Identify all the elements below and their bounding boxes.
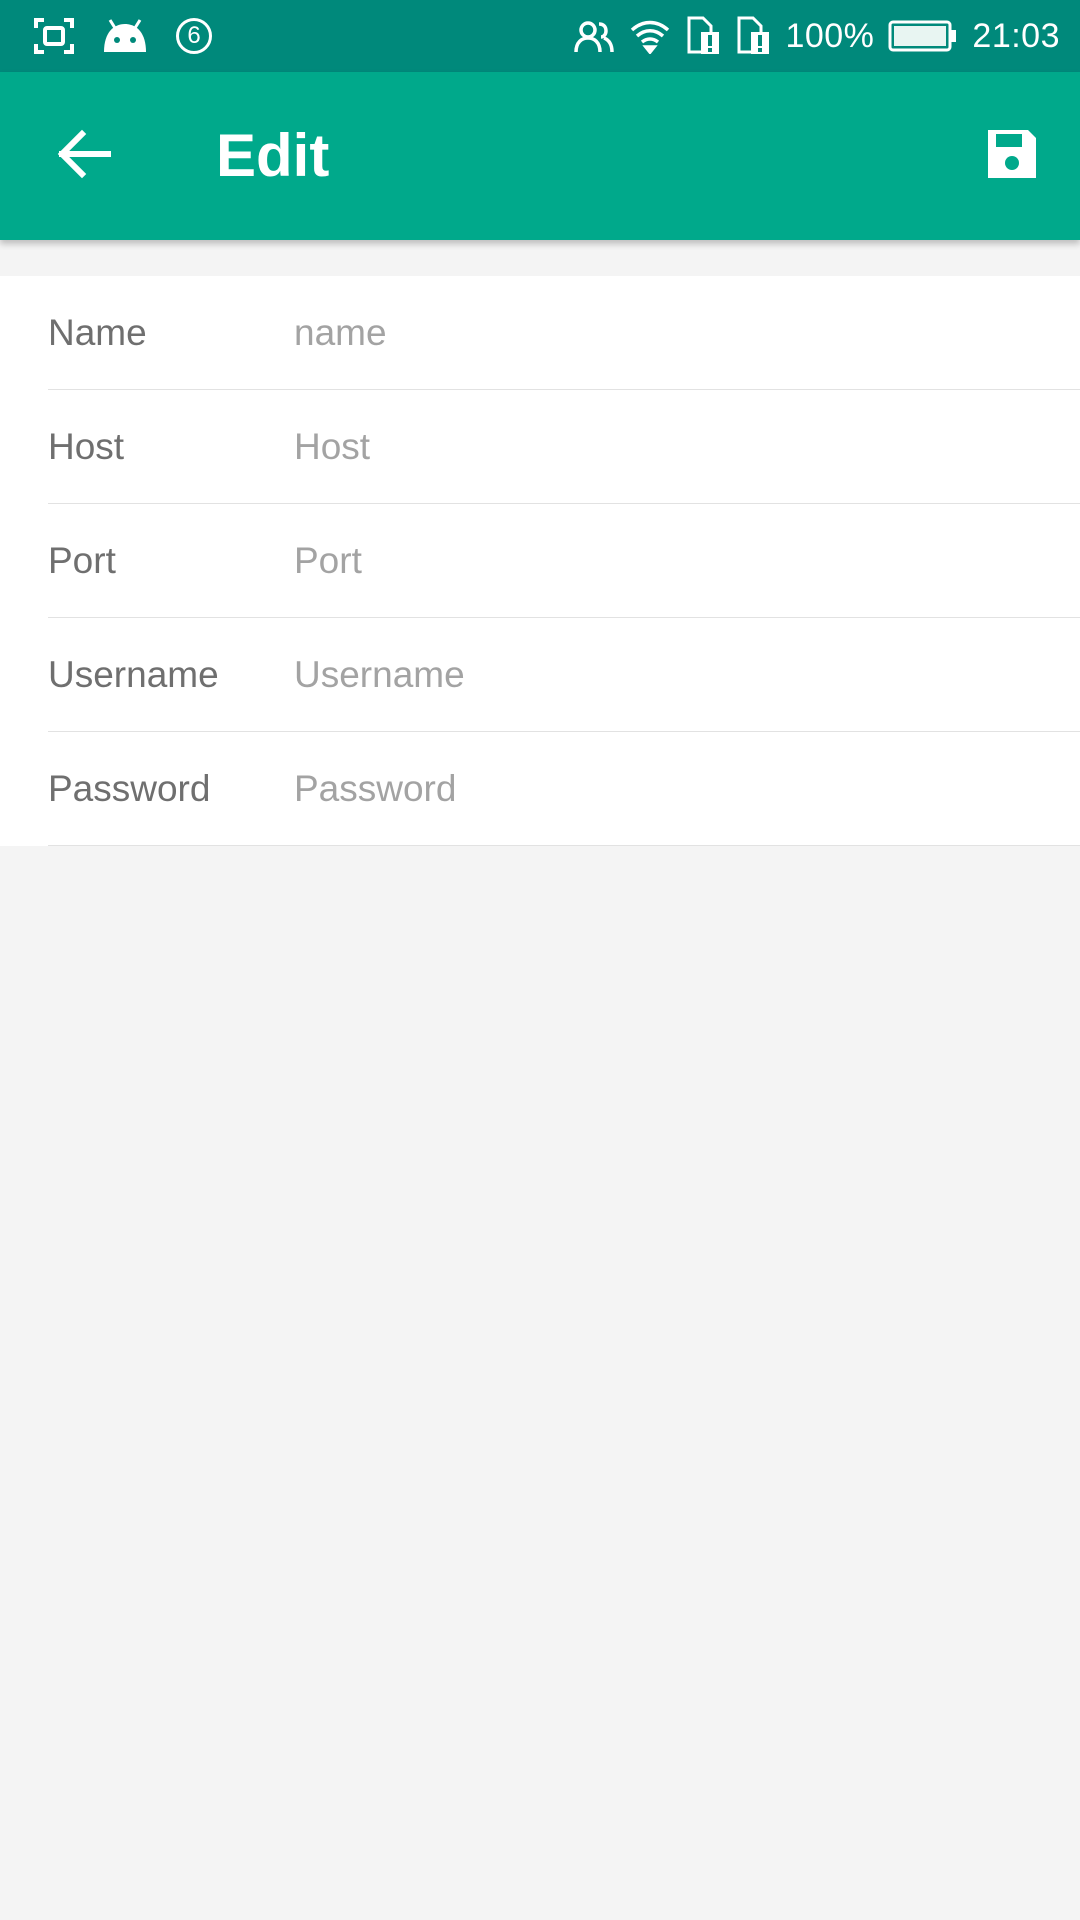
- battery-icon: [888, 19, 958, 53]
- sim2-alert-icon: [735, 16, 771, 56]
- android-icon: [100, 18, 150, 54]
- page-title: Edit: [216, 122, 330, 189]
- sim1-alert-icon: [685, 16, 721, 56]
- edit-form: Name Host Port Username Password: [0, 276, 1080, 846]
- floppy-save-icon: [984, 126, 1040, 187]
- form-row-name: Name: [48, 276, 1080, 390]
- back-button[interactable]: [44, 116, 124, 196]
- save-button[interactable]: [974, 118, 1050, 194]
- status-bar: 6 100% 21:03: [0, 0, 1080, 72]
- password-label: Password: [48, 767, 211, 809]
- port-input[interactable]: [294, 504, 1080, 617]
- host-label: Host: [48, 425, 125, 467]
- form-row-password: Password: [48, 732, 1080, 846]
- name-input[interactable]: [294, 276, 1080, 389]
- battery-percent: 100%: [785, 16, 875, 55]
- username-label: Username: [48, 653, 219, 695]
- form-row-username: Username: [48, 618, 1080, 732]
- port-label: Port: [48, 539, 116, 581]
- host-input[interactable]: [294, 390, 1080, 503]
- form-row-port: Port: [48, 504, 1080, 618]
- screenshot-icon: [34, 18, 74, 54]
- wifi-icon: [629, 18, 671, 54]
- arrow-back-icon: [56, 129, 112, 184]
- clock: 21:03: [972, 16, 1060, 55]
- form-row-host: Host: [48, 390, 1080, 504]
- password-input[interactable]: [294, 732, 1080, 845]
- app-bar: Edit: [0, 72, 1080, 240]
- contacts-icon: [573, 18, 615, 54]
- name-label: Name: [48, 311, 147, 353]
- notification-count-icon: 6: [176, 18, 212, 54]
- username-input[interactable]: [294, 618, 1080, 731]
